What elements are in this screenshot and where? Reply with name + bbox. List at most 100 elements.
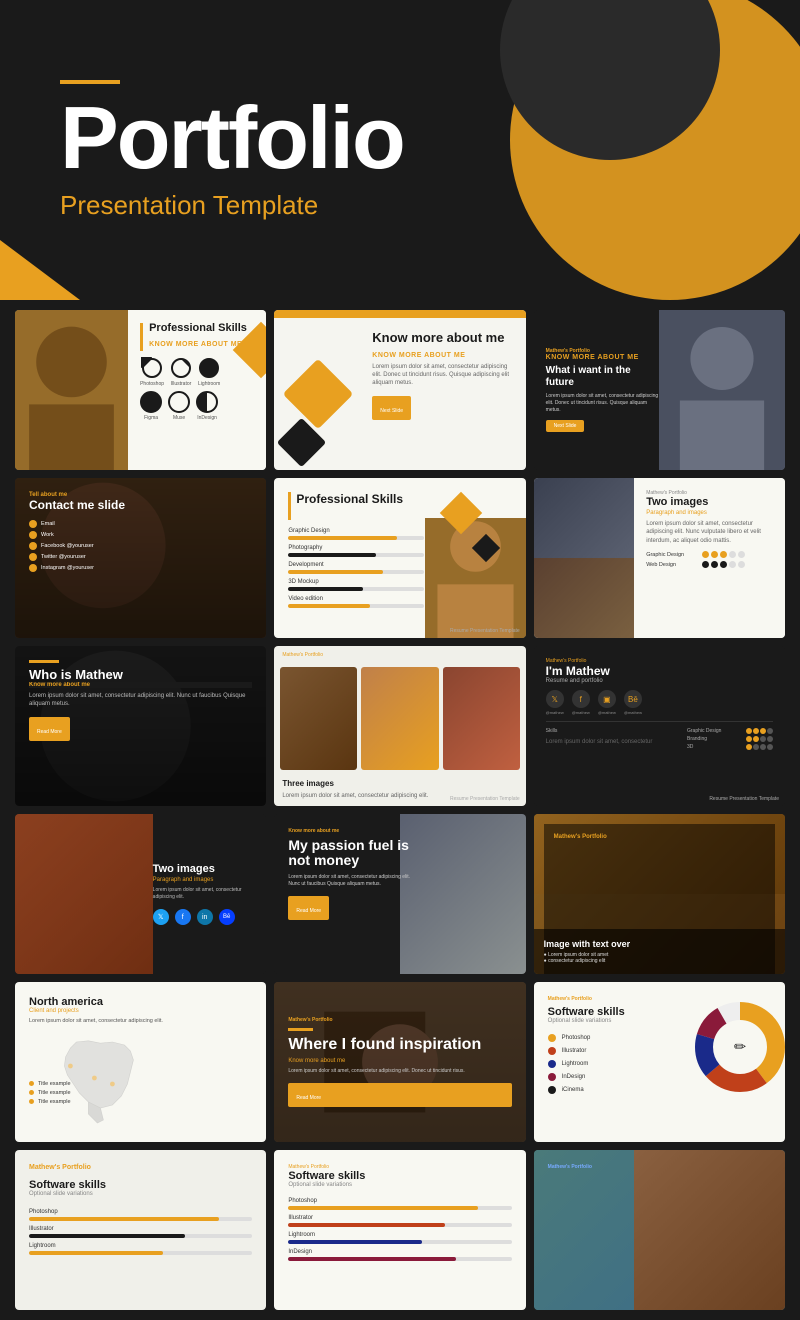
img-text-portfolio-label: Mathew's Portfolio — [554, 834, 765, 840]
passion-btn[interactable]: Read More — [288, 896, 329, 920]
sw2-fill-illustrator — [288, 1223, 444, 1227]
software2-title: Software skills — [288, 1170, 511, 1182]
email-label: Email — [41, 521, 55, 527]
future-content: Mathew's Portfolio Know more about me Wh… — [534, 310, 672, 470]
future-person-image — [659, 310, 785, 470]
slide-north-america[interactable]: North america Client and projects Lorem … — [15, 982, 266, 1142]
three-img-2 — [361, 667, 438, 770]
skill-video-label: Video edition — [288, 596, 423, 602]
header-triangle — [0, 240, 80, 300]
instagram-label: Instagram @youruser — [41, 565, 94, 571]
sw2-label-lightroom: Lightroom — [288, 1232, 511, 1238]
row6-skill1-track — [29, 1217, 252, 1221]
two-img-bottom — [534, 558, 635, 638]
who-title: Who is Mathew — [29, 667, 252, 682]
slide-passion[interactable]: Know more about me My passion fuel is no… — [274, 814, 525, 974]
row6-skill2-label: Illustrator — [29, 1226, 252, 1232]
slide-who-is-mathew[interactable]: Who is Mathew Know more about me Lorem i… — [15, 646, 266, 806]
two-img-title: Two images — [646, 496, 773, 508]
prof2-title: Professional Skills — [296, 492, 403, 506]
slide-image-text-over[interactable]: Mathew's Portfolio Image with text over … — [534, 814, 785, 974]
diamond-shape-1 — [283, 359, 354, 430]
slide-two-images[interactable]: Mathew's Portfolio Two images Paragraph … — [534, 478, 785, 638]
skill-bar-video: Video edition — [288, 596, 423, 608]
slide-prof2[interactable]: Professional Skills Graphic Design Photo… — [274, 478, 525, 638]
inspiration-tag: Know more about me — [288, 1058, 511, 1064]
be-icon: Bē — [219, 909, 235, 925]
skill-graphic-label: Graphic Design — [288, 528, 423, 534]
three-img-3 — [443, 667, 520, 770]
two-img2-icons: 𝕏 f in Bē — [153, 909, 255, 925]
teal-content: Mathew's Portfolio — [534, 1150, 785, 1184]
slide-portfolio-label[interactable]: Mathew's Portfolio Software skills Optio… — [15, 1150, 266, 1310]
twitter-handle: @mathew — [546, 710, 564, 715]
software-donut-chart: ✏ — [695, 1002, 775, 1082]
prof-skills-sub: Know more about me — [149, 341, 247, 348]
skill-video-fill — [288, 604, 369, 608]
donut-svg: ✏ — [695, 1002, 785, 1092]
passion-body: Lorem ipsum dolor sit amet, consectetur … — [288, 874, 411, 888]
contact-work: Work — [29, 531, 252, 539]
skill-circles-row2: Figma Muse InDesign — [140, 391, 254, 421]
two-img-top — [534, 478, 635, 558]
slide-contact[interactable]: Tell about me Contact me slide Email Wor… — [15, 478, 266, 638]
prof-skills-title: Professional Skills — [149, 322, 247, 335]
slide-know-more[interactable]: Know more about me Know more about me Lo… — [274, 310, 525, 470]
who-read-more-label: Read More — [37, 729, 62, 735]
row6-portfolio-label: Mathew's Portfolio — [29, 1164, 252, 1171]
know-more-decoration — [274, 318, 362, 470]
mathew-skill-graphic-dots — [746, 728, 773, 734]
slide-two-images-dark[interactable]: Two images Paragraph and images Lorem ip… — [15, 814, 266, 974]
contact-instagram: Instagram @youruser — [29, 564, 252, 572]
slide-software2[interactable]: Mathew's Portfolio Software skills Optio… — [274, 1150, 525, 1310]
three-img-portfolio-label: Mathew's Portfolio — [274, 646, 525, 661]
contact-content: Tell about me Contact me slide Email Wor… — [15, 478, 266, 586]
skill-dev-fill — [288, 570, 383, 574]
b-dot4 — [767, 736, 773, 742]
slide-im-mathew[interactable]: Mathew's Portfolio I'm Mathew Resume and… — [534, 646, 785, 806]
header-accent-line — [60, 80, 120, 84]
inspiration-btn[interactable]: Read More — [288, 1083, 511, 1107]
3d-dot3 — [760, 744, 766, 750]
muse-circle — [168, 391, 190, 413]
two-img2-content: Two images Paragraph and images Lorem ip… — [141, 814, 267, 974]
prof2-person-image — [425, 518, 526, 638]
web-dot5 — [738, 561, 745, 568]
3d-dot4 — [767, 744, 773, 750]
mathew-skill-graphic: Graphic Design — [687, 728, 773, 734]
skill-graphic-fill — [288, 536, 396, 540]
mathew-skill-3d-dots — [746, 744, 773, 750]
facebook-social-icon: f — [572, 690, 590, 708]
row6-software2-sub: Optional slide variations — [29, 1191, 252, 1197]
indesign-circle — [196, 391, 218, 413]
im-mathew-title: I'm Mathew — [546, 664, 773, 678]
sw-illustrator-label: Illustrator — [562, 1048, 587, 1054]
slide-where-inspiration[interactable]: Mathew's Portfolio Where I found inspira… — [274, 982, 525, 1142]
facebook-handle: @mathew — [572, 710, 590, 715]
future-btn[interactable]: Next Slide — [546, 420, 585, 432]
sw-illustrator-dot — [548, 1047, 556, 1055]
skill-label-muse: Muse — [173, 415, 185, 421]
slides-grid: Professional Skills Know more about me P… — [0, 300, 800, 1320]
slide-three-images[interactable]: Mathew's Portfolio Three images Lorem ip… — [274, 646, 525, 806]
g-dot3 — [760, 728, 766, 734]
3d-dot2 — [753, 744, 759, 750]
three-imgs-row — [274, 661, 525, 773]
mathew-skill-branding: Branding — [687, 736, 773, 742]
slide-future[interactable]: Mathew's Portfolio Know more about me Wh… — [534, 310, 785, 470]
img-text-title: Image with text over — [544, 939, 775, 949]
future-title: What i want in the future — [546, 365, 660, 389]
slide-software-skills[interactable]: Mathew's Portfolio Software skills Optio… — [534, 982, 785, 1142]
mathew-skill-3d: 3D — [687, 744, 773, 750]
contact-email: Email — [29, 520, 252, 528]
mathew-skills-section: Skills Lorem ipsum dolor sit amet, conse… — [546, 721, 773, 750]
north-america-map-svg — [25, 1036, 176, 1132]
next-slide-btn[interactable]: Next Slide — [372, 396, 411, 420]
know-more-inner: Know more about me Know more about me Lo… — [274, 318, 525, 470]
slide-teal-photo[interactable]: Mathew's Portfolio — [534, 1150, 785, 1310]
skill-label-photoshop: Photoshop — [140, 381, 164, 387]
sw-icinema-label: iCinema — [562, 1087, 584, 1093]
who-read-more-btn[interactable]: Read More — [29, 717, 70, 741]
slide-prof-skills[interactable]: Professional Skills Know more about me P… — [15, 310, 266, 470]
passion-content: Know more about me My passion fuel is no… — [274, 814, 425, 934]
